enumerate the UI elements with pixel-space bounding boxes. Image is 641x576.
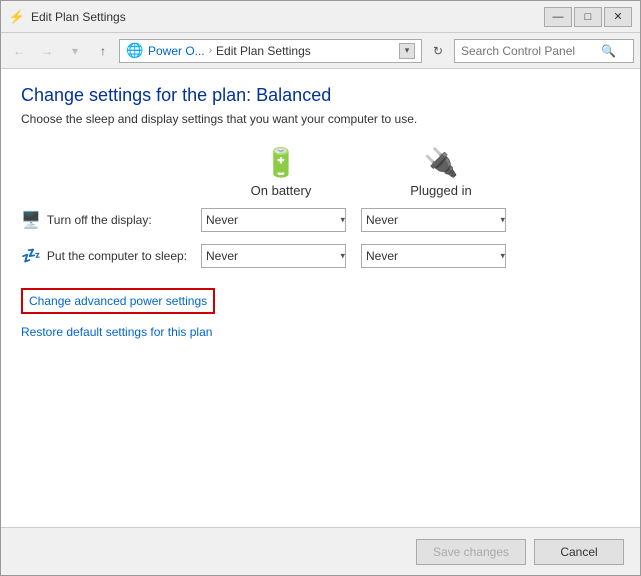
path-dropdown-btn[interactable]: ▾ — [399, 43, 415, 59]
change-advanced-link[interactable]: Change advanced power settings — [21, 288, 215, 314]
sleep-icon: 💤 — [21, 246, 41, 266]
window-controls: — □ ✕ — [544, 7, 632, 27]
put-to-sleep-text: Put the computer to sleep: — [47, 249, 187, 263]
main-window: ⚡ Edit Plan Settings — □ ✕ ← → ▾ ↑ 🌐 Pow… — [0, 0, 641, 576]
column-headers: 🔋 On battery 🔌 Plugged in — [21, 146, 620, 198]
put-to-sleep-row: 💤 Put the computer to sleep: Never 1 min… — [21, 244, 620, 268]
plugged-in-label: Plugged in — [410, 183, 471, 198]
sleep-battery-select[interactable]: Never 1 minute 5 minutes 10 minutes 15 m… — [201, 244, 346, 268]
path-separator1: › — [209, 45, 212, 56]
cancel-button[interactable]: Cancel — [534, 539, 624, 565]
save-changes-button[interactable]: Save changes — [416, 539, 526, 565]
close-button[interactable]: ✕ — [604, 7, 632, 27]
restore-defaults-link[interactable]: Restore default settings for this plan — [21, 325, 212, 339]
put-to-sleep-label: 💤 Put the computer to sleep: — [21, 246, 201, 266]
window-title: Edit Plan Settings — [31, 10, 544, 24]
path-part2: Edit Plan Settings — [216, 44, 311, 58]
forward-button[interactable]: → — [35, 39, 59, 63]
page-title: Change settings for the plan: Balanced — [21, 85, 620, 106]
window-icon: ⚡ — [9, 9, 25, 25]
turn-off-display-row: 🖥️ Turn off the display: Never 1 minute … — [21, 208, 620, 232]
sleep-plugged-dropdown-wrap: Never 1 minute 5 minutes 10 minutes 15 m… — [361, 244, 521, 268]
search-box[interactable]: 🔍 — [454, 39, 634, 63]
plugged-in-header: 🔌 Plugged in — [361, 146, 521, 198]
dropdown-recent-button[interactable]: ▾ — [63, 39, 87, 63]
page-subtitle: Choose the sleep and display settings th… — [21, 112, 620, 126]
address-path[interactable]: 🌐 Power O... › Edit Plan Settings ▾ — [119, 39, 422, 63]
up-arrow-icon: ↑ — [100, 44, 106, 58]
content-area: Change settings for the plan: Balanced C… — [1, 69, 640, 527]
links-section: Change advanced power settings Restore d… — [21, 288, 620, 339]
path-part1[interactable]: Power O... — [148, 44, 205, 58]
footer: Save changes Cancel — [1, 527, 640, 575]
search-input[interactable] — [461, 44, 601, 58]
settings-grid: 🔋 On battery 🔌 Plugged in 🖥️ Turn off th… — [21, 146, 620, 268]
minimize-button[interactable]: — — [544, 7, 572, 27]
back-arrow-icon: ← — [13, 44, 25, 58]
display-plugged-select[interactable]: Never 1 minute 5 minutes 10 minutes 15 m… — [361, 208, 506, 232]
search-icon[interactable]: 🔍 — [601, 44, 616, 58]
plugged-icon: 🔌 — [424, 146, 459, 179]
maximize-button[interactable]: □ — [574, 7, 602, 27]
display-battery-dropdown-wrap: Never 1 minute 5 minutes 10 minutes 15 m… — [201, 208, 361, 232]
path-icon: 🌐 — [126, 42, 144, 60]
sleep-battery-dropdown-wrap: Never 1 minute 5 minutes 10 minutes 15 m… — [201, 244, 361, 268]
on-battery-header: 🔋 On battery — [201, 146, 361, 198]
sleep-plugged-select[interactable]: Never 1 minute 5 minutes 10 minutes 15 m… — [361, 244, 506, 268]
on-battery-label: On battery — [251, 183, 312, 198]
display-battery-select[interactable]: Never 1 minute 5 minutes 10 minutes 15 m… — [201, 208, 346, 232]
address-bar: ← → ▾ ↑ 🌐 Power O... › Edit Plan Setting… — [1, 33, 640, 69]
battery-icon: 🔋 — [264, 146, 299, 179]
up-button[interactable]: ↑ — [91, 39, 115, 63]
turn-off-display-label: 🖥️ Turn off the display: — [21, 210, 201, 230]
forward-arrow-icon: → — [41, 44, 53, 58]
display-plugged-dropdown-wrap: Never 1 minute 5 minutes 10 minutes 15 m… — [361, 208, 521, 232]
display-icon: 🖥️ — [21, 210, 41, 230]
refresh-icon: ↻ — [433, 44, 443, 58]
turn-off-display-text: Turn off the display: — [47, 213, 152, 227]
back-button[interactable]: ← — [7, 39, 31, 63]
refresh-button[interactable]: ↻ — [426, 39, 450, 63]
title-bar: ⚡ Edit Plan Settings — □ ✕ — [1, 1, 640, 33]
